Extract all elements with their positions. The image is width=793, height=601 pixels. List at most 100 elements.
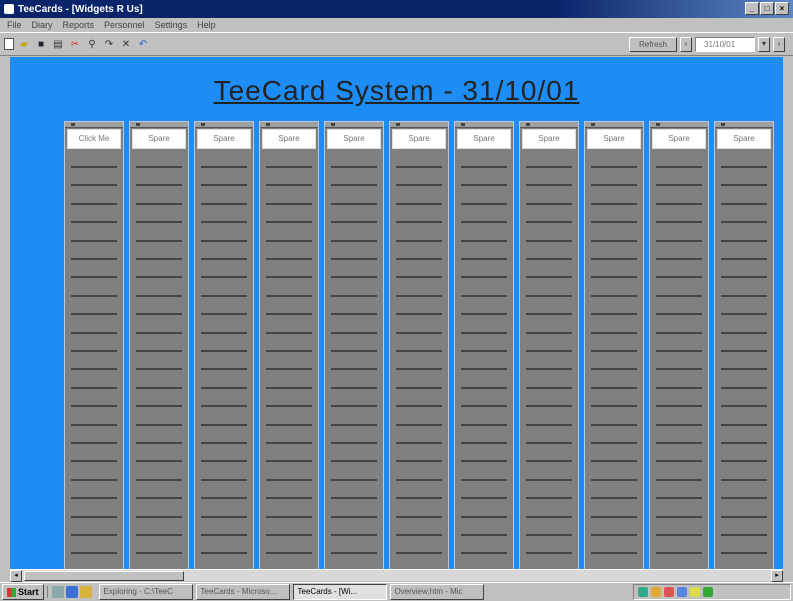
- column-label-card[interactable]: Spare: [587, 129, 641, 149]
- card-slot-line[interactable]: [201, 239, 247, 242]
- card-slot-line[interactable]: [656, 294, 702, 297]
- card-slot-line[interactable]: [331, 294, 377, 297]
- card-slot-line[interactable]: [591, 202, 637, 205]
- date-dropdown-button[interactable]: ▾: [758, 37, 770, 52]
- card-slot-line[interactable]: [201, 442, 247, 444]
- card-slot-line[interactable]: [656, 478, 702, 481]
- card-slot-line[interactable]: [591, 460, 637, 463]
- tray-network-icon[interactable]: [638, 587, 648, 597]
- maximize-icon[interactable]: □: [760, 2, 774, 15]
- card-slot-line[interactable]: [71, 258, 117, 260]
- card-slot-line[interactable]: [201, 386, 247, 389]
- card-column[interactable]: Spare: [454, 121, 514, 569]
- card-slot-line[interactable]: [266, 515, 312, 518]
- card-slot-line[interactable]: [721, 442, 767, 444]
- card-slot-line[interactable]: [721, 184, 767, 187]
- card-slot-line[interactable]: [721, 534, 767, 536]
- card-slot-line[interactable]: [526, 331, 572, 334]
- card-slot-line[interactable]: [71, 368, 117, 371]
- card-slot-line[interactable]: [71, 423, 117, 426]
- card-slot-line[interactable]: [461, 331, 507, 334]
- card-slot-line[interactable]: [266, 442, 312, 444]
- card-slot-line[interactable]: [526, 405, 572, 408]
- card-column[interactable]: Spare: [324, 121, 384, 569]
- card-slot-line[interactable]: [201, 423, 247, 426]
- card-slot-line[interactable]: [721, 552, 767, 555]
- next-date-button[interactable]: ›: [773, 37, 785, 52]
- card-slot-line[interactable]: [461, 239, 507, 242]
- card-slot-line[interactable]: [136, 258, 182, 260]
- card-slot-line[interactable]: [526, 478, 572, 481]
- card-slot-line[interactable]: [71, 202, 117, 205]
- card-slot-line[interactable]: [396, 294, 442, 297]
- card-slot-line[interactable]: [71, 534, 117, 536]
- column-label-card[interactable]: Click Me: [67, 129, 121, 149]
- tray-messenger-icon[interactable]: [677, 587, 687, 597]
- card-slot-line[interactable]: [331, 442, 377, 444]
- card-slot-line[interactable]: [71, 239, 117, 242]
- card-slot-line[interactable]: [461, 350, 507, 352]
- card-slot-line[interactable]: [136, 368, 182, 371]
- card-slot-line[interactable]: [396, 552, 442, 555]
- card-slot-line[interactable]: [656, 405, 702, 408]
- card-slot-line[interactable]: [656, 497, 702, 500]
- card-slot-line[interactable]: [721, 258, 767, 260]
- card-slot-line[interactable]: [526, 497, 572, 500]
- card-slot-line[interactable]: [331, 276, 377, 279]
- card-slot-line[interactable]: [136, 405, 182, 408]
- card-slot-line[interactable]: [266, 368, 312, 371]
- card-slot-line[interactable]: [331, 386, 377, 389]
- card-slot-line[interactable]: [461, 166, 507, 168]
- task-button-teecards-access[interactable]: TeeCards - Microso...: [195, 584, 290, 600]
- card-slot-line[interactable]: [201, 534, 247, 536]
- card-slot-line[interactable]: [331, 478, 377, 481]
- task-button-teecards-app[interactable]: TeeCards - [Wi...: [292, 584, 387, 600]
- card-slot-line[interactable]: [201, 368, 247, 371]
- card-slot-line[interactable]: [331, 239, 377, 242]
- card-slot-line[interactable]: [266, 386, 312, 389]
- browser-icon[interactable]: [65, 586, 78, 598]
- card-slot-line[interactable]: [721, 294, 767, 297]
- card-slot-line[interactable]: [526, 442, 572, 444]
- card-slot-line[interactable]: [721, 331, 767, 334]
- card-slot-line[interactable]: [201, 331, 247, 334]
- card-slot-line[interactable]: [526, 350, 572, 352]
- card-slot-line[interactable]: [71, 350, 117, 352]
- card-slot-line[interactable]: [656, 386, 702, 389]
- card-slot-line[interactable]: [591, 478, 637, 481]
- task-button-overview[interactable]: Overview.htm - Mic: [389, 584, 484, 600]
- new-document-icon[interactable]: [4, 38, 14, 50]
- card-slot-line[interactable]: [136, 276, 182, 279]
- card-slot-line[interactable]: [136, 239, 182, 242]
- card-slot-line[interactable]: [526, 276, 572, 279]
- card-slot-line[interactable]: [266, 460, 312, 463]
- card-slot-line[interactable]: [71, 460, 117, 463]
- card-slot-line[interactable]: [396, 515, 442, 518]
- card-slot-line[interactable]: [266, 478, 312, 481]
- card-slot-line[interactable]: [71, 515, 117, 518]
- card-slot-line[interactable]: [396, 386, 442, 389]
- card-slot-line[interactable]: [71, 276, 117, 279]
- card-slot-line[interactable]: [396, 478, 442, 481]
- card-slot-line[interactable]: [526, 460, 572, 463]
- card-slot-line[interactable]: [461, 534, 507, 536]
- card-slot-line[interactable]: [266, 294, 312, 297]
- card-slot-line[interactable]: [266, 239, 312, 242]
- column-label-card[interactable]: Spare: [652, 129, 706, 149]
- card-slot-line[interactable]: [656, 534, 702, 536]
- card-slot-line[interactable]: [656, 276, 702, 279]
- card-slot-line[interactable]: [136, 350, 182, 352]
- save-icon[interactable]: ■: [34, 37, 48, 51]
- card-slot-line[interactable]: [136, 497, 182, 500]
- title-bar[interactable]: TeeCards - [Widgets R Us] _ □ ×: [0, 0, 793, 18]
- column-label-card[interactable]: Spare: [132, 129, 186, 149]
- card-slot-line[interactable]: [591, 221, 637, 224]
- card-slot-line[interactable]: [331, 166, 377, 168]
- tray-antivirus-icon[interactable]: [664, 587, 674, 597]
- card-slot-line[interactable]: [201, 276, 247, 279]
- card-slot-line[interactable]: [656, 515, 702, 518]
- card-slot-line[interactable]: [266, 221, 312, 224]
- card-slot-line[interactable]: [461, 386, 507, 389]
- card-slot-line[interactable]: [591, 442, 637, 444]
- card-slot-line[interactable]: [721, 386, 767, 389]
